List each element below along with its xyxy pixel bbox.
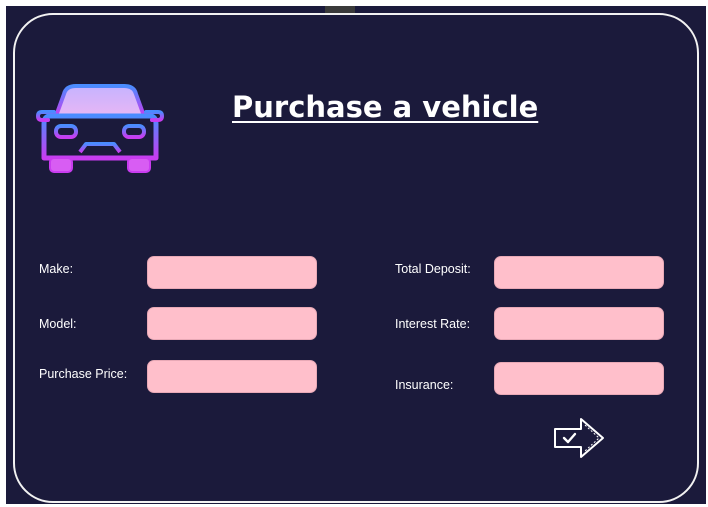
interest-rate-field[interactable] — [494, 307, 664, 340]
app-window: Purchase a vehicle Make: Model: Purchase… — [6, 6, 706, 504]
purchase-price-field[interactable] — [147, 360, 317, 393]
car-icon — [36, 84, 164, 173]
page-title: Purchase a vehicle — [232, 90, 539, 124]
model-field[interactable] — [147, 307, 317, 340]
make-label: Make: — [39, 262, 74, 276]
total-deposit-field[interactable] — [494, 256, 664, 289]
make-field[interactable] — [147, 256, 317, 289]
insurance-field[interactable] — [494, 362, 664, 395]
insurance-label: Insurance: — [395, 378, 454, 392]
submit-button[interactable] — [552, 416, 606, 460]
arrow-right-check-icon — [554, 418, 604, 458]
purchase-price-label: Purchase Price: — [39, 367, 128, 381]
model-label: Model: — [39, 317, 77, 331]
interest-rate-label: Interest Rate: — [395, 317, 471, 331]
total-deposit-label: Total Deposit: — [395, 262, 471, 276]
